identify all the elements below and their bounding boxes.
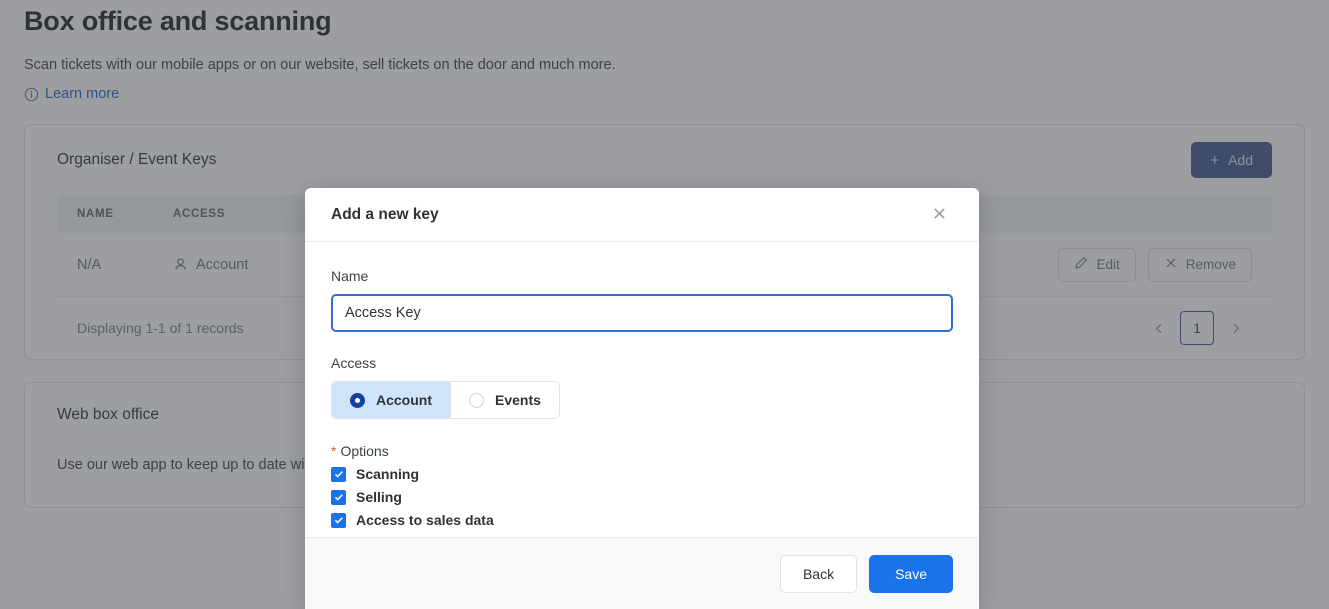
screen: Box office and scanning Scan tickets wit… xyxy=(0,0,1329,609)
checkbox-label-sales-data: Access to sales data xyxy=(356,512,494,528)
radio-option-account[interactable]: Account xyxy=(332,382,450,418)
checkbox-label-selling: Selling xyxy=(356,489,402,505)
radio-option-account-label: Account xyxy=(376,392,432,408)
required-marker: * xyxy=(331,443,337,459)
checkbox-checked-icon xyxy=(331,466,346,482)
close-icon xyxy=(931,205,948,225)
add-key-modal: Add a new key Name Access Account xyxy=(305,188,979,609)
access-radio-group: Account Events xyxy=(331,381,560,419)
checkbox-checked-icon xyxy=(331,489,346,505)
modal-body: Name Access Account Events * Options xyxy=(305,242,979,537)
save-button[interactable]: Save xyxy=(869,554,953,593)
modal-header: Add a new key xyxy=(305,188,979,242)
name-field-label: Name xyxy=(331,268,369,284)
checkbox-row-sales-data[interactable]: Access to sales data xyxy=(331,512,953,528)
modal-title: Add a new key xyxy=(331,205,439,223)
options-field-label: * Options xyxy=(331,443,953,459)
radio-option-events[interactable]: Events xyxy=(450,382,559,418)
back-button[interactable]: Back xyxy=(779,554,858,593)
checkbox-row-scanning[interactable]: Scanning xyxy=(331,466,953,482)
checkbox-row-selling[interactable]: Selling xyxy=(331,489,953,505)
checkbox-checked-icon xyxy=(331,512,346,528)
radio-selected-icon xyxy=(350,392,365,408)
modal-footer: Back Save xyxy=(305,537,979,609)
checkbox-label-scanning: Scanning xyxy=(356,466,420,482)
options-label-text: Options xyxy=(340,443,389,459)
radio-option-events-label: Events xyxy=(495,392,541,408)
modal-close-button[interactable] xyxy=(925,201,953,229)
access-field-label: Access xyxy=(331,355,377,371)
name-input[interactable] xyxy=(331,294,953,332)
radio-unselected-icon xyxy=(469,392,484,408)
